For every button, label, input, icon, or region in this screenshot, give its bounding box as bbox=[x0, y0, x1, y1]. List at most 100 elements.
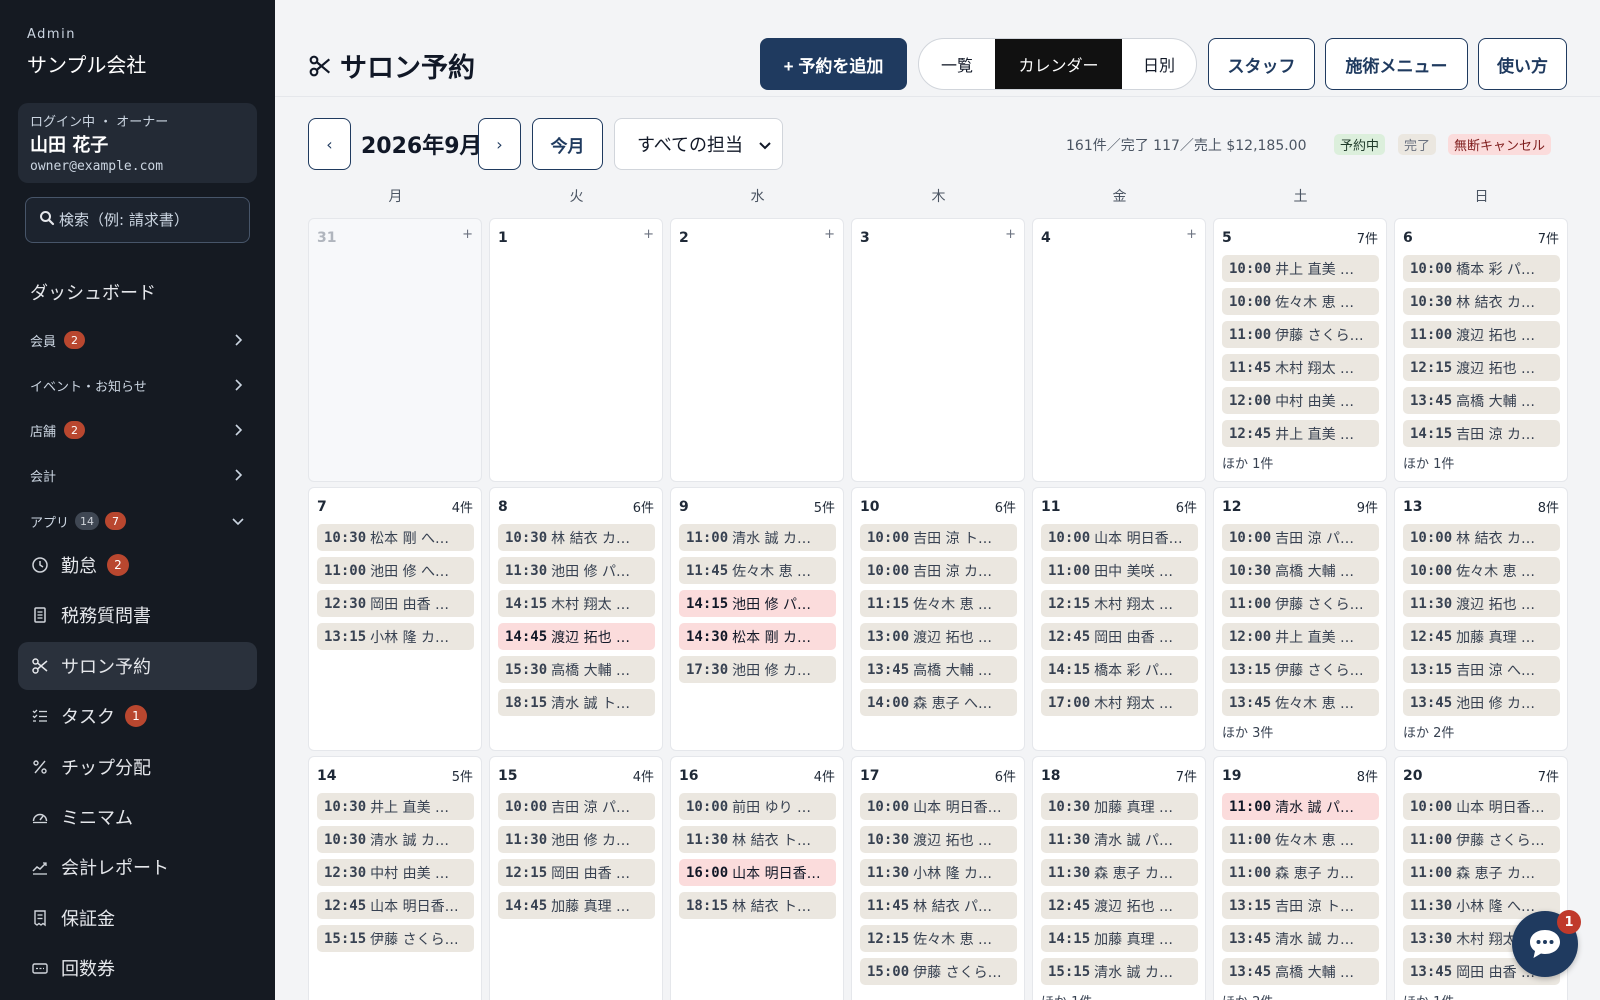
nav-section-accounting[interactable]: 会計 bbox=[30, 463, 248, 487]
calendar-day-cell[interactable]: 2 + bbox=[670, 218, 844, 482]
sidebar-item-coupon-tickets[interactable]: 回数券 bbox=[18, 944, 257, 992]
booking-pill[interactable]: 10:00 山本 明日香… bbox=[1403, 793, 1560, 820]
booking-pill[interactable]: 11:00 伊藤 さくら… bbox=[1222, 590, 1379, 617]
calendar-day-cell[interactable]: 18 7件 10:30 加藤 真理 … 11:30 清水 誠 パ… 11:30 森 恵子 カ…… bbox=[1032, 756, 1206, 1000]
booking-pill[interactable]: 13:45 池田 修 カ… bbox=[1403, 689, 1560, 716]
booking-pill[interactable]: 10:30 井上 直美 … bbox=[317, 793, 474, 820]
booking-pill[interactable]: 11:30 池田 修 カ… bbox=[498, 826, 655, 853]
booking-pill[interactable]: 13:45 佐々木 恵 … bbox=[1222, 689, 1379, 716]
booking-pill[interactable]: 12:45 渡辺 拓也 … bbox=[1041, 892, 1198, 919]
booking-pill[interactable]: 11:30 小林 隆 カ… bbox=[860, 859, 1017, 886]
booking-pill[interactable]: 14:15 吉田 涼 カ… bbox=[1403, 420, 1560, 447]
booking-pill[interactable]: 14:15 木村 翔太 … bbox=[498, 590, 655, 617]
view-list-button[interactable]: 一覧 bbox=[919, 39, 995, 89]
booking-pill[interactable]: 15:00 伊藤 さくら… bbox=[860, 958, 1017, 985]
booking-pill[interactable]: 13:45 高橋 大輔 … bbox=[1403, 387, 1560, 414]
booking-pill[interactable]: 12:45 山本 明日香… bbox=[317, 892, 474, 919]
booking-pill[interactable]: 10:00 佐々木 恵 … bbox=[1403, 557, 1560, 584]
booking-pill[interactable]: 11:00 清水 誠 カ… bbox=[679, 524, 836, 551]
calendar-day-cell[interactable]: 12 9件 10:00 吉田 涼 パ… 10:30 高橋 大輔 … 11:00 伊藤 さくら…… bbox=[1213, 487, 1387, 751]
more-bookings-link[interactable]: ほか 1件 bbox=[1222, 453, 1273, 472]
booking-pill[interactable]: 14:15 橋本 彩 パ… bbox=[1041, 656, 1198, 683]
calendar-day-cell[interactable]: 10 6件 10:00 吉田 涼 ト… 10:00 吉田 涼 カ… 11:15 佐々木 恵 …… bbox=[851, 487, 1025, 751]
sidebar-item-deposit[interactable]: 保証金 bbox=[18, 894, 257, 942]
booking-pill[interactable]: 11:30 清水 誠 パ… bbox=[1041, 826, 1198, 853]
search-input[interactable] bbox=[59, 211, 239, 229]
this-month-button[interactable]: 今月 bbox=[532, 118, 603, 170]
booking-pill[interactable]: 10:00 橋本 彩 パ… bbox=[1403, 255, 1560, 282]
booking-pill[interactable]: 12:15 佐々木 恵 … bbox=[860, 925, 1017, 952]
booking-pill[interactable]: 12:15 渡辺 拓也 … bbox=[1403, 354, 1560, 381]
booking-pill[interactable]: 14:45 渡辺 拓也 … bbox=[498, 623, 655, 650]
booking-pill[interactable]: 12:15 木村 翔太 … bbox=[1041, 590, 1198, 617]
calendar-day-cell[interactable]: 14 5件 10:30 井上 直美 … 10:30 清水 誠 カ… 12:30 中村 由美 …… bbox=[308, 756, 482, 1000]
calendar-day-cell[interactable]: 19 8件 11:00 清水 誠 パ… 11:00 佐々木 恵 … 11:00 森 恵子 カ…… bbox=[1213, 756, 1387, 1000]
booking-pill[interactable]: 11:45 林 結衣 パ… bbox=[860, 892, 1017, 919]
booking-pill[interactable]: 10:30 渡辺 拓也 … bbox=[860, 826, 1017, 853]
sidebar-item-tip-distribution[interactable]: チップ分配 bbox=[18, 743, 257, 791]
booking-pill[interactable]: 11:45 木村 翔太 … bbox=[1222, 354, 1379, 381]
add-booking-plus-icon[interactable]: + bbox=[1186, 227, 1197, 242]
add-booking-plus-icon[interactable]: + bbox=[643, 227, 654, 242]
sidebar-item-tax-questionnaire[interactable]: 税務質問書 bbox=[18, 591, 257, 639]
staff-filter-select[interactable]: すべての担当 bbox=[614, 118, 783, 170]
booking-pill[interactable]: 14:15 加藤 真理 … bbox=[1041, 925, 1198, 952]
more-bookings-link[interactable]: ほか 2件 bbox=[1403, 722, 1454, 741]
help-button[interactable]: 使い方 bbox=[1478, 38, 1567, 90]
prev-month-button[interactable]: ‹ bbox=[308, 118, 351, 170]
calendar-day-cell[interactable]: 17 6件 10:00 山本 明日香… 10:30 渡辺 拓也 … 11:30 小林 隆 カ…… bbox=[851, 756, 1025, 1000]
booking-pill[interactable]: 12:45 井上 直美 … bbox=[1222, 420, 1379, 447]
nav-section-stores[interactable]: 店舗 2 bbox=[30, 418, 248, 442]
calendar-day-cell[interactable]: 5 7件 10:00 井上 直美 … 10:00 佐々木 恵 … 11:00 伊藤 さくら… 1… bbox=[1213, 218, 1387, 482]
calendar-day-cell[interactable]: 6 7件 10:00 橋本 彩 パ… 10:30 林 結衣 カ… 11:00 渡辺 拓也 … 1… bbox=[1394, 218, 1568, 482]
booking-pill[interactable]: 18:15 林 結衣 ト… bbox=[679, 892, 836, 919]
more-bookings-link[interactable]: ほか 1件 bbox=[1403, 453, 1454, 472]
booking-pill[interactable]: 16:00 山本 明日香… bbox=[679, 859, 836, 886]
booking-pill[interactable]: 11:30 林 結衣 ト… bbox=[679, 826, 836, 853]
booking-pill[interactable]: 10:30 高橋 大輔 … bbox=[1222, 557, 1379, 584]
calendar-day-cell[interactable]: 15 4件 10:00 吉田 涼 パ… 11:30 池田 修 カ… 12:15 岡田 由香 …… bbox=[489, 756, 663, 1000]
booking-pill[interactable]: 11:45 佐々木 恵 … bbox=[679, 557, 836, 584]
booking-pill[interactable]: 13:15 小林 隆 カ… bbox=[317, 623, 474, 650]
calendar-day-cell[interactable]: 8 6件 10:30 林 結衣 カ… 11:30 池田 修 パ… 14:15 木村 翔太 … 1… bbox=[489, 487, 663, 751]
booking-pill[interactable]: 11:00 佐々木 恵 … bbox=[1222, 826, 1379, 853]
booking-pill[interactable]: 13:45 高橋 大輔 … bbox=[860, 656, 1017, 683]
booking-pill[interactable]: 10:00 山本 明日香… bbox=[860, 793, 1017, 820]
calendar-day-cell[interactable]: 3 + bbox=[851, 218, 1025, 482]
sidebar-item-tasks[interactable]: タスク 1 bbox=[18, 692, 257, 740]
more-bookings-link[interactable]: ほか 3件 bbox=[1222, 722, 1273, 741]
nav-section-apps[interactable]: アプリ 14 7 bbox=[30, 509, 248, 533]
booking-pill[interactable]: 11:00 池田 修 へ… bbox=[317, 557, 474, 584]
booking-pill[interactable]: 12:15 岡田 由香 … bbox=[498, 859, 655, 886]
booking-pill[interactable]: 11:30 池田 修 パ… bbox=[498, 557, 655, 584]
booking-pill[interactable]: 12:30 中村 由美 … bbox=[317, 859, 474, 886]
nav-section-members[interactable]: 会員 2 bbox=[30, 328, 248, 352]
view-daily-button[interactable]: 日別 bbox=[1122, 39, 1196, 89]
search-box[interactable] bbox=[25, 197, 250, 243]
booking-pill[interactable]: 10:00 林 結衣 カ… bbox=[1403, 524, 1560, 551]
calendar-day-cell[interactable]: 31 + bbox=[308, 218, 482, 482]
booking-pill[interactable]: 11:15 佐々木 恵 … bbox=[860, 590, 1017, 617]
add-booking-plus-icon[interactable]: + bbox=[824, 227, 835, 242]
booking-pill[interactable]: 14:30 松本 剛 カ… bbox=[679, 623, 836, 650]
booking-pill[interactable]: 12:45 加藤 真理 … bbox=[1403, 623, 1560, 650]
booking-pill[interactable]: 12:45 岡田 由香 … bbox=[1041, 623, 1198, 650]
booking-pill[interactable]: 11:30 森 恵子 カ… bbox=[1041, 859, 1198, 886]
booking-pill[interactable]: 14:00 森 恵子 へ… bbox=[860, 689, 1017, 716]
booking-pill[interactable]: 10:30 加藤 真理 … bbox=[1041, 793, 1198, 820]
booking-pill[interactable]: 10:00 井上 直美 … bbox=[1222, 255, 1379, 282]
booking-pill[interactable]: 10:00 吉田 涼 パ… bbox=[1222, 524, 1379, 551]
booking-pill[interactable]: 10:30 林 結衣 カ… bbox=[498, 524, 655, 551]
booking-pill[interactable]: 11:00 森 恵子 カ… bbox=[1403, 859, 1560, 886]
view-calendar-button[interactable]: カレンダー bbox=[995, 39, 1122, 89]
booking-pill[interactable]: 11:00 伊藤 さくら… bbox=[1403, 826, 1560, 853]
company-name[interactable]: サンプル会社 bbox=[27, 49, 146, 78]
booking-pill[interactable]: 10:30 林 結衣 カ… bbox=[1403, 288, 1560, 315]
add-booking-button[interactable]: + 予約を追加 bbox=[760, 38, 907, 90]
booking-pill[interactable]: 15:30 高橋 大輔 … bbox=[498, 656, 655, 683]
booking-pill[interactable]: 15:15 清水 誠 カ… bbox=[1041, 958, 1198, 985]
sidebar-item-minimum[interactable]: ミニマム bbox=[18, 793, 257, 841]
calendar-day-cell[interactable]: 11 6件 10:00 山本 明日香… 11:00 田中 美咲 … 12:15 木村 翔太 …… bbox=[1032, 487, 1206, 751]
more-bookings-link[interactable]: ほか 2件 bbox=[1222, 991, 1273, 1000]
booking-pill[interactable]: 10:00 佐々木 恵 … bbox=[1222, 288, 1379, 315]
